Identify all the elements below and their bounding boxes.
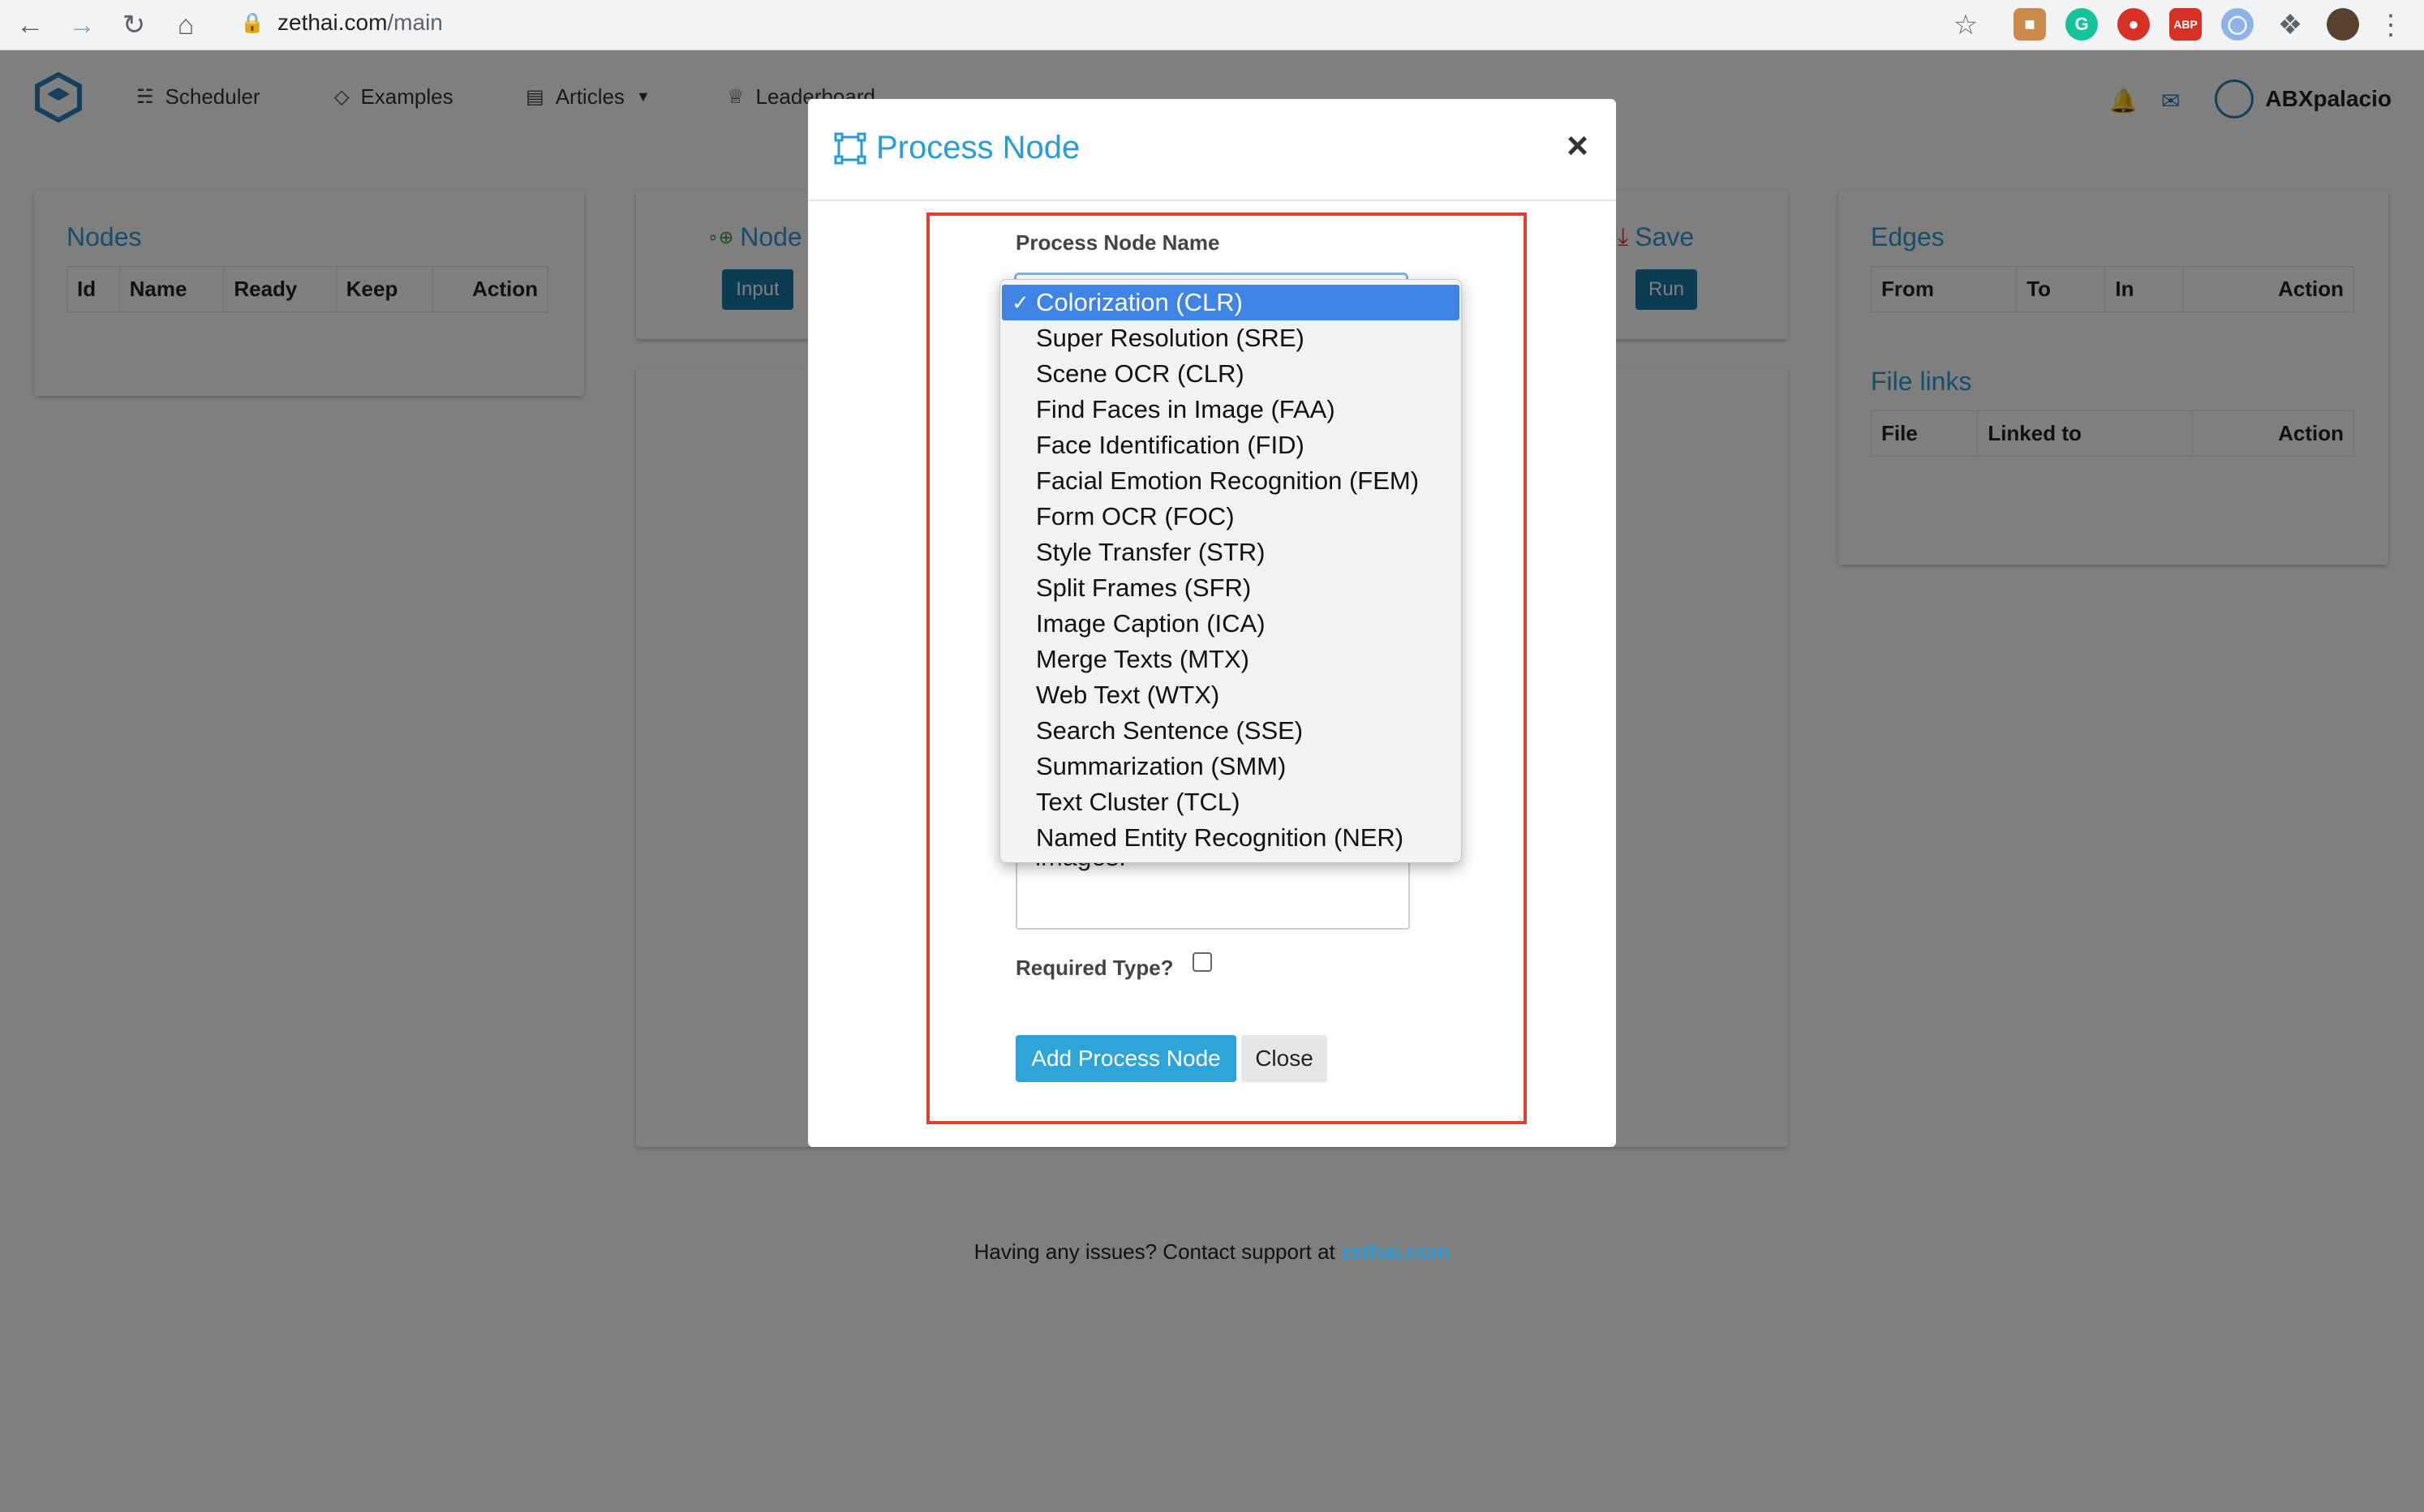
- dropdown-option[interactable]: Style Transfer (STR): [1002, 535, 1459, 570]
- puzzle-extensions-icon[interactable]: ❖: [2271, 6, 2309, 44]
- dropdown-option[interactable]: Find Faces in Image (FAA): [1002, 392, 1459, 427]
- support-link[interactable]: zethai.com: [1341, 1239, 1450, 1264]
- modal-header: Process Node ×: [808, 99, 1616, 201]
- add-process-node-button[interactable]: Add Process Node: [1016, 1035, 1236, 1082]
- dropdown-option-label: Facial Emotion Recognition (FEM): [1036, 466, 1420, 495]
- modal-title: Process Node: [834, 130, 1080, 166]
- home-icon[interactable]: ⌂: [167, 6, 204, 44]
- dropdown-option-label: Style Transfer (STR): [1036, 538, 1266, 566]
- checkmark-icon: ✓: [1012, 290, 1029, 315]
- required-type-label: Required Type?: [1016, 956, 1174, 980]
- vector-square-icon: [834, 132, 866, 164]
- dropdown-option[interactable]: Face Identification (FID): [1002, 427, 1459, 463]
- browser-toolbar: ← → ↻ ⌂ 🔒 zethai.com/main ☆ ■ G ● ABP ◯ …: [0, 0, 2424, 50]
- dropdown-option-label: Merge Texts (MTX): [1036, 645, 1249, 673]
- dropdown-option-label: Split Frames (SFR): [1036, 573, 1252, 602]
- dropdown-option-label: Search Sentence (SSE): [1036, 716, 1304, 745]
- dropdown-option[interactable]: Image Caption (ICA): [1002, 606, 1459, 642]
- dropdown-option[interactable]: Web Text (WTX): [1002, 677, 1459, 713]
- dropdown-option-label: Named Entity Recognition (NER): [1036, 823, 1404, 852]
- extension-icon-1[interactable]: ■: [2014, 8, 2046, 41]
- dropdown-option-label: Form OCR (FOC): [1036, 502, 1235, 530]
- support-footer: Having any issues? Contact support at ze…: [973, 1239, 1451, 1264]
- dropdown-option[interactable]: Scene OCR (CLR): [1002, 356, 1459, 392]
- adblock-extension-icon[interactable]: ABP: [2169, 8, 2202, 41]
- dropdown-option[interactable]: Form OCR (FOC): [1002, 499, 1459, 535]
- dropdown-option-label: Summarization (SMM): [1036, 752, 1287, 780]
- url-text: zethai.com/main: [277, 10, 443, 35]
- dropdown-option[interactable]: ✓ Colorization (CLR): [1002, 285, 1459, 320]
- dropdown-option-label: Scene OCR (CLR): [1036, 359, 1244, 388]
- dropdown-option-label: Colorization (CLR): [1036, 288, 1243, 316]
- dropdown-option[interactable]: Named Entity Recognition (NER): [1002, 820, 1459, 856]
- dropdown-option-label: Find Faces in Image (FAA): [1036, 395, 1335, 423]
- profile-avatar[interactable]: [2327, 8, 2359, 41]
- grammarly-extension-icon[interactable]: G: [2065, 8, 2098, 41]
- dropdown-option-label: Face Identification (FID): [1036, 431, 1304, 459]
- dropdown-option[interactable]: Text Cluster (TCL): [1002, 784, 1459, 820]
- reload-icon[interactable]: ↻: [115, 6, 153, 44]
- close-button[interactable]: Close: [1241, 1035, 1327, 1082]
- back-arrow-icon[interactable]: ←: [11, 6, 49, 44]
- process-node-name-label: Process Node Name: [1016, 230, 1220, 255]
- dropdown-option[interactable]: Super Resolution (SRE): [1002, 320, 1459, 356]
- extension-icon-3[interactable]: ●: [2117, 8, 2150, 41]
- close-icon[interactable]: ×: [1567, 123, 1588, 167]
- extension-icon-5[interactable]: ◯: [2221, 8, 2254, 41]
- dropdown-option[interactable]: Facial Emotion Recognition (FEM): [1002, 463, 1459, 499]
- address-bar[interactable]: 🔒 zethai.com/main: [227, 2, 1988, 44]
- dropdown-option[interactable]: Search Sentence (SSE): [1002, 713, 1459, 749]
- dropdown-option[interactable]: Summarization (SMM): [1002, 749, 1459, 784]
- lock-icon: 🔒: [240, 11, 264, 34]
- bookmark-star-icon[interactable]: ☆: [1947, 6, 1984, 44]
- required-type-checkbox[interactable]: [1193, 952, 1212, 972]
- forward-arrow-icon[interactable]: →: [63, 6, 101, 44]
- dropdown-option-label: Web Text (WTX): [1036, 681, 1220, 709]
- dropdown-option-label: Image Caption (ICA): [1036, 609, 1266, 638]
- kebab-menu-icon[interactable]: ⋮: [2372, 6, 2409, 44]
- dropdown-option-label: Text Cluster (TCL): [1036, 788, 1240, 816]
- process-type-dropdown-list[interactable]: ✓ Colorization (CLR) Super Resolution (SRE…: [999, 279, 1462, 863]
- dropdown-option-label: Super Resolution (SRE): [1036, 324, 1304, 352]
- dropdown-option[interactable]: Split Frames (SFR): [1002, 570, 1459, 606]
- dropdown-option[interactable]: Merge Texts (MTX): [1002, 642, 1459, 677]
